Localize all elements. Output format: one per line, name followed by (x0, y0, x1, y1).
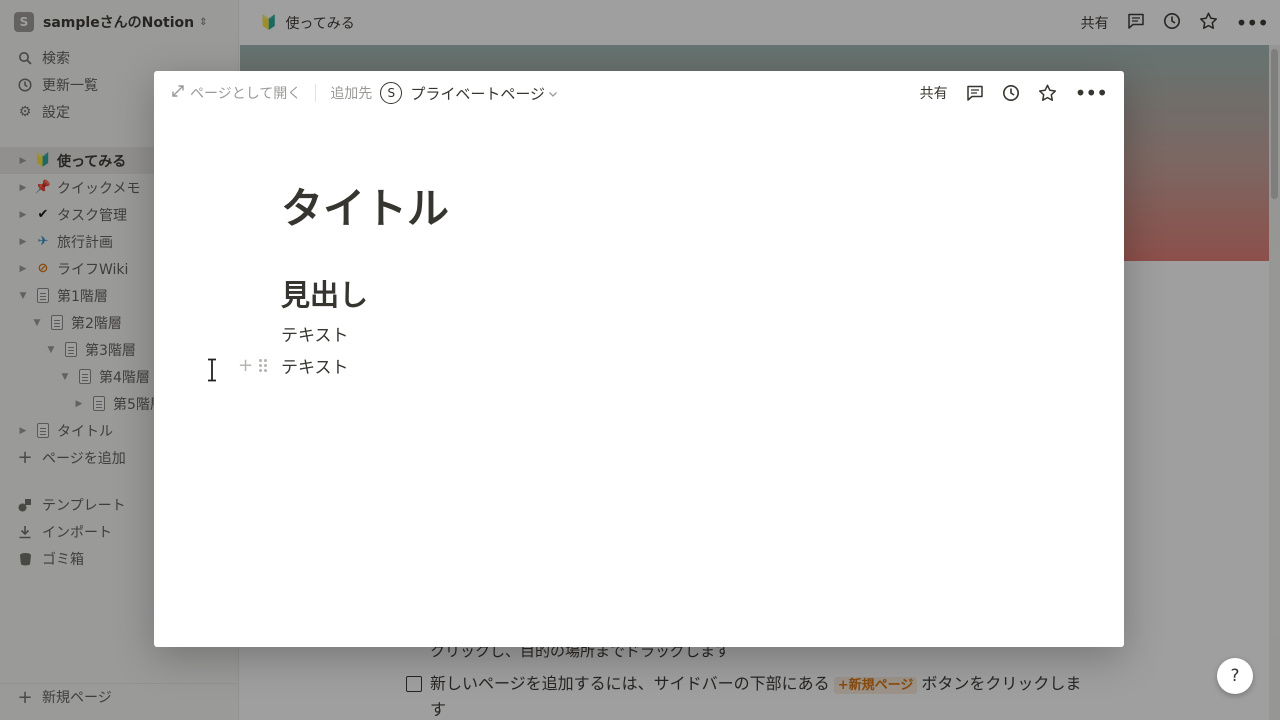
text-cursor-icon (208, 358, 216, 382)
chevron-down-icon (548, 84, 558, 102)
private-page-label: プライベートページ (410, 84, 546, 103)
page-peek-modal: ページとして開く 追加先 S プライベートページ 共有 ••• タイトル 見出し… (154, 71, 1124, 647)
expand-arrows-icon (172, 85, 184, 101)
heading-block[interactable]: 見出し (281, 272, 368, 314)
open-as-page-label: ページとして開く (190, 86, 302, 102)
help-button[interactable]: ? (1217, 658, 1253, 694)
divider (315, 84, 317, 102)
modal-share-button[interactable]: 共有 (920, 83, 948, 103)
add-block-icon[interactable]: + (238, 355, 253, 376)
block-controls: + (238, 355, 268, 376)
add-to-selector[interactable]: 追加先 S プライベートページ (330, 82, 558, 104)
star-icon[interactable] (1038, 84, 1057, 102)
text-block[interactable]: テキスト (281, 321, 349, 346)
page-title[interactable]: タイトル (281, 175, 449, 236)
add-to-label: 追加先 (330, 86, 373, 102)
modal-header: ページとして開く 追加先 S プライベートページ 共有 ••• (154, 71, 1124, 115)
workspace-avatar: S (380, 82, 403, 104)
more-icon[interactable]: ••• (1075, 81, 1108, 105)
open-as-page-button[interactable]: ページとして開く (172, 83, 301, 103)
text-block[interactable]: テキスト (281, 353, 349, 378)
history-icon[interactable] (1002, 84, 1020, 102)
drag-handle-icon[interactable] (259, 359, 268, 372)
comment-icon[interactable] (966, 84, 984, 102)
